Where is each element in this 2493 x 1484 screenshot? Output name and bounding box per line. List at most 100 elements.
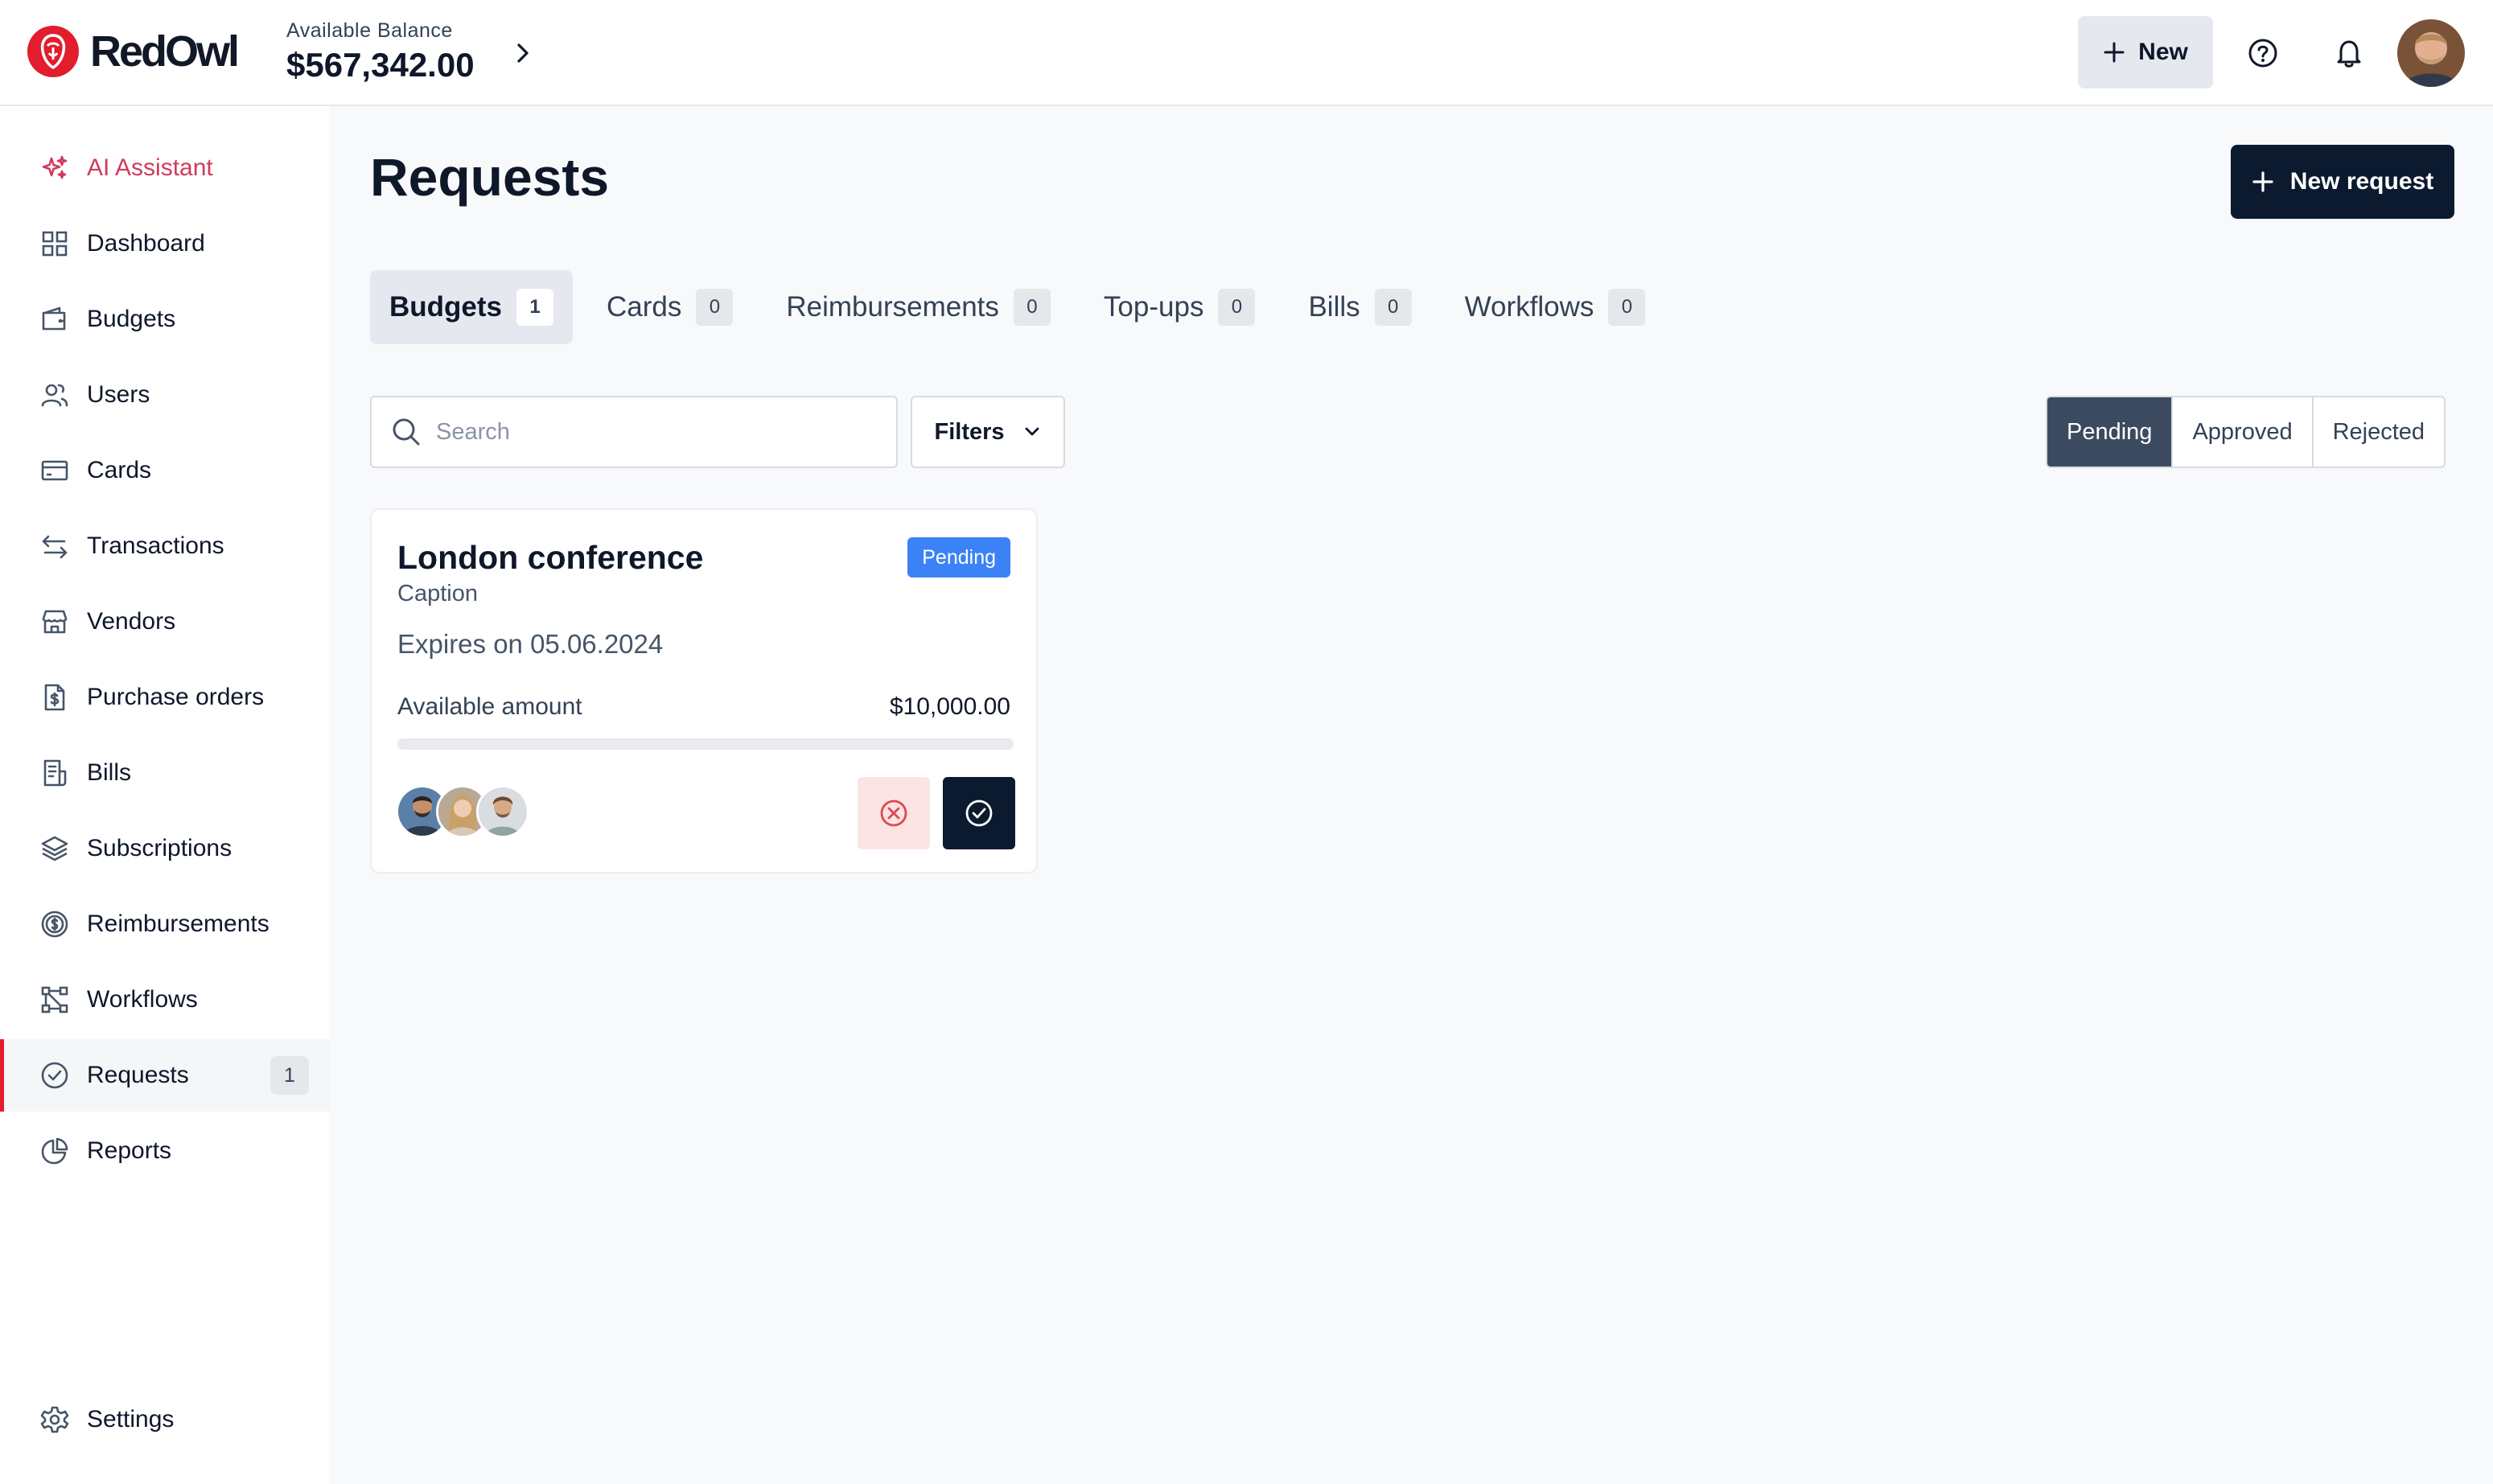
tab-label: Reimbursements [786, 291, 999, 323]
credit-card-icon [40, 456, 69, 485]
sidebar-item-label: Cards [87, 457, 152, 483]
sidebar-item-workflows[interactable]: Workflows [0, 964, 330, 1036]
status-option-rejected[interactable]: Rejected [2314, 397, 2444, 467]
avatar[interactable] [476, 785, 529, 838]
user-avatar[interactable] [2397, 19, 2465, 87]
bell-icon[interactable] [2333, 37, 2365, 69]
balance-label: Available Balance [286, 19, 453, 42]
balance-summary: Available Balance $567,342.00 [286, 19, 475, 84]
sidebar-item-label: Requests [87, 1062, 189, 1088]
sidebar-item-label: AI Assistant [87, 154, 213, 181]
document-dollar-icon [40, 683, 69, 712]
sidebar-item-dashboard[interactable]: Dashboard [0, 208, 330, 280]
tab-workflows[interactable]: Workflows 0 [1446, 270, 1665, 344]
sidebar-item-cards[interactable]: Cards [0, 434, 330, 507]
new-request-button[interactable]: New request [2231, 145, 2454, 219]
chevron-down-icon [1022, 422, 1042, 442]
users-icon [40, 380, 69, 409]
plus-icon [2252, 171, 2274, 193]
amount-value: $10,000.00 [889, 693, 1010, 720]
sidebar-item-label: Purchase orders [87, 684, 265, 710]
chevron-right-icon[interactable] [512, 39, 534, 68]
status-badge: Pending [907, 537, 1010, 578]
filters-label: Filters [934, 418, 1005, 445]
status-filter: Pending Approved Rejected [2046, 396, 2446, 468]
tab-label: Budgets [389, 291, 502, 323]
wallet-icon [40, 305, 69, 334]
sidebar-item-label: Settings [87, 1406, 175, 1433]
tab-bills[interactable]: Bills 0 [1289, 270, 1430, 344]
sidebar: AI Assistant Dashboard Budgets Users Car… [0, 106, 330, 1484]
sidebar-item-bills[interactable]: Bills [0, 737, 330, 809]
sidebar-item-label: Bills [87, 759, 132, 786]
sidebar-item-subscriptions[interactable]: Subscriptions [0, 812, 330, 885]
help-icon[interactable] [2247, 37, 2279, 69]
sidebar-item-vendors[interactable]: Vendors [0, 586, 330, 658]
status-option-pending[interactable]: Pending [2047, 397, 2174, 467]
sidebar-item-label: Reports [87, 1137, 172, 1164]
request-card[interactable]: London conference Pending Caption Expire… [370, 508, 1038, 874]
sidebar-item-transactions[interactable]: Transactions [0, 510, 330, 582]
tab-budgets[interactable]: Budgets 1 [370, 270, 573, 344]
sidebar-item-requests[interactable]: Requests 1 [0, 1039, 330, 1112]
tab-count: 0 [1218, 289, 1256, 326]
sidebar-item-label: Subscriptions [87, 835, 232, 861]
request-caption: Caption [397, 581, 478, 606]
search-input[interactable] [436, 418, 887, 446]
sidebar-item-reimbursements[interactable]: Reimbursements [0, 888, 330, 960]
pie-chart-icon [40, 1137, 69, 1165]
layers-icon [40, 834, 69, 863]
request-type-tabs: Budgets 1 Cards 0 Reimbursements 0 Top-u… [370, 270, 1664, 344]
tab-top-ups[interactable]: Top-ups 0 [1084, 270, 1275, 344]
sidebar-item-purchase-orders[interactable]: Purchase orders [0, 661, 330, 734]
tab-cards[interactable]: Cards 0 [587, 270, 752, 344]
sidebar-item-label: Reimbursements [87, 911, 269, 937]
new-button-label: New [2138, 39, 2188, 65]
sidebar-item-ai-assistant[interactable]: AI Assistant [0, 132, 330, 204]
sidebar-item-users[interactable]: Users [0, 359, 330, 431]
requests-count-badge: 1 [270, 1056, 309, 1095]
tab-label: Top-ups [1103, 291, 1204, 323]
sidebar-item-label: Workflows [87, 986, 198, 1013]
tab-count: 0 [1608, 289, 1646, 326]
amount-label: Available amount [397, 693, 582, 720]
sidebar-item-label: Users [87, 381, 150, 408]
check-circle-icon [964, 798, 994, 828]
tab-count: 0 [696, 289, 734, 326]
search-icon [391, 417, 422, 447]
reject-button[interactable] [858, 777, 930, 849]
check-circle-icon [40, 1061, 69, 1090]
approver-avatars [396, 785, 529, 838]
top-bar: RedOwl Available Balance $567,342.00 New [0, 0, 2493, 106]
grid-icon [40, 229, 69, 258]
filters-dropdown[interactable]: Filters [911, 396, 1065, 468]
arrows-left-right-icon [40, 532, 69, 561]
coin-dollar-icon [40, 910, 69, 939]
main-content: Requests New request Budgets 1 Cards 0 R… [330, 106, 2493, 1484]
brand-logo[interactable]: RedOwl [27, 26, 240, 77]
approve-button[interactable] [943, 777, 1015, 849]
store-icon [40, 607, 69, 636]
tab-label: Workflows [1464, 291, 1594, 323]
tab-count: 1 [516, 289, 553, 326]
sidebar-item-label: Dashboard [87, 230, 205, 257]
sidebar-item-label: Budgets [87, 306, 176, 332]
sidebar-item-budgets[interactable]: Budgets [0, 283, 330, 356]
sparkles-icon [40, 154, 69, 183]
sidebar-item-label: Vendors [87, 608, 176, 635]
sidebar-item-reports[interactable]: Reports [0, 1115, 330, 1187]
request-expiry: Expires on 05.06.2024 [397, 629, 664, 659]
page-title: Requests [370, 147, 610, 207]
tab-label: Bills [1308, 291, 1360, 323]
receipt-icon [40, 758, 69, 787]
tab-count: 0 [1013, 289, 1051, 326]
new-button[interactable]: New [2078, 16, 2213, 88]
plus-icon [2103, 41, 2125, 64]
amount-progress-bar [397, 738, 1014, 750]
status-option-approved[interactable]: Approved [2173, 397, 2314, 467]
sidebar-item-settings[interactable]: Settings [0, 1383, 330, 1456]
tab-reimbursements[interactable]: Reimbursements 0 [767, 270, 1070, 344]
owl-logo-icon [27, 26, 79, 77]
search-field[interactable] [370, 396, 898, 468]
brand-name: RedOwl [90, 27, 240, 76]
